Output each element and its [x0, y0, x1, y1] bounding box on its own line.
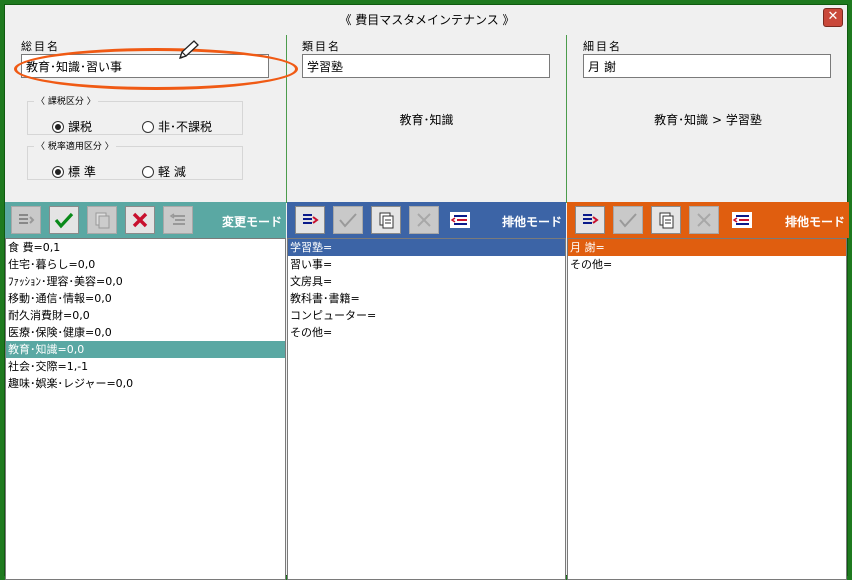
- close-button[interactable]: ✕: [823, 8, 843, 27]
- list-item-selected[interactable]: 教育･知識=0,0: [6, 341, 285, 358]
- detail-mode-label: 排他モード: [784, 215, 845, 229]
- check-icon: [54, 212, 74, 229]
- category-toolbar: 排他モード: [287, 202, 566, 238]
- tax-rate-group: 〈 税率適用区分 〉 標 準 軽 減: [27, 139, 243, 180]
- radio-nontaxable[interactable]: 非･不課税: [142, 118, 212, 135]
- major-toolbar: 変更モード: [5, 202, 286, 238]
- confirm-button[interactable]: [613, 206, 643, 234]
- copy-icon: [659, 212, 674, 229]
- list-item[interactable]: 移動･通信･情報=0,0: [6, 290, 285, 307]
- major-label: 総目名: [21, 40, 60, 53]
- radio-standard-rate[interactable]: 標 準: [52, 163, 96, 180]
- list-item[interactable]: その他=: [288, 324, 565, 341]
- category-label: 類目名: [302, 40, 341, 53]
- move-icon: [169, 213, 185, 225]
- delete-icon: [132, 212, 148, 228]
- radio-label: 標 準: [68, 165, 96, 179]
- move-button[interactable]: [163, 206, 193, 234]
- app-window: 《 費目マスタメインテナンス 》 ✕ 総目名 〈 課税区分 〉 課税 非･不課税…: [0, 0, 852, 580]
- insert-button[interactable]: [11, 206, 41, 234]
- confirm-button[interactable]: [333, 206, 363, 234]
- list-item-selected[interactable]: 月 謝=: [568, 239, 846, 256]
- list-item[interactable]: 社会･交際=1,-1: [6, 358, 285, 375]
- delete-icon: [697, 213, 711, 227]
- insert-button[interactable]: [575, 206, 605, 234]
- move-icon: [450, 212, 470, 228]
- detail-toolbar: 排他モード: [567, 202, 849, 238]
- detail-list[interactable]: 月 謝= その他=: [567, 238, 847, 580]
- highlight-ellipse: [14, 48, 298, 90]
- insert-button[interactable]: [295, 206, 325, 234]
- detail-breadcrumb: 教育･知識 > 学習塾: [654, 113, 762, 127]
- category-name-input[interactable]: [302, 54, 550, 78]
- list-item[interactable]: 趣味･娯楽･レジャー=0,0: [6, 375, 285, 392]
- detail-label: 細目名: [583, 40, 622, 53]
- insert-icon: [583, 214, 599, 224]
- copy-button[interactable]: [651, 206, 681, 234]
- list-item[interactable]: その他=: [568, 256, 846, 273]
- radio-taxable[interactable]: 課税: [52, 118, 92, 135]
- radio-empty-icon: [142, 165, 154, 178]
- tax-rate-legend: 〈 税率適用区分 〉: [34, 139, 116, 152]
- list-item[interactable]: 住宅･暮らし=0,0: [6, 256, 285, 273]
- list-item[interactable]: 医療･保険･健康=0,0: [6, 324, 285, 341]
- list-item[interactable]: 耐久消費財=0,0: [6, 307, 285, 324]
- list-item[interactable]: ﾌｧｯｼｮﾝ･理容･美容=0,0: [6, 273, 285, 290]
- dialog-body: 《 費目マスタメインテナンス 》 ✕ 総目名 〈 課税区分 〉 課税 非･不課税…: [4, 4, 849, 580]
- copy-button[interactable]: [87, 206, 117, 234]
- delete-button[interactable]: [689, 206, 719, 234]
- category-list[interactable]: 学習塾= 習い事= 文房具= 教科書･書籍= コンピューター= その他=: [287, 238, 566, 580]
- radio-empty-icon: [142, 120, 154, 133]
- category-mode-label: 排他モード: [501, 215, 562, 229]
- list-item[interactable]: コンピューター=: [288, 307, 565, 324]
- radio-selected-icon: [52, 165, 64, 178]
- radio-reduced-rate[interactable]: 軽 減: [142, 163, 186, 180]
- copy-icon: [95, 212, 110, 229]
- check-icon: [339, 213, 357, 228]
- radio-selected-icon: [52, 120, 64, 133]
- move-button[interactable]: [727, 206, 757, 234]
- tax-category-legend: 〈 課税区分 〉: [34, 94, 98, 107]
- list-item[interactable]: 文房具=: [288, 273, 565, 290]
- radio-label: 課税: [68, 120, 93, 134]
- move-icon: [732, 212, 752, 228]
- detail-name-input[interactable]: [583, 54, 831, 78]
- delete-button[interactable]: [409, 206, 439, 234]
- copy-button[interactable]: [371, 206, 401, 234]
- list-item[interactable]: 習い事=: [288, 256, 565, 273]
- insert-icon: [19, 214, 35, 224]
- major-list[interactable]: 食 費=0,1 住宅･暮らし=0,0 ﾌｧｯｼｮﾝ･理容･美容=0,0 移動･通…: [5, 238, 286, 580]
- list-item-selected[interactable]: 学習塾=: [288, 239, 565, 256]
- radio-label: 軽 減: [158, 165, 186, 179]
- move-button[interactable]: [445, 206, 475, 234]
- delete-icon: [417, 213, 431, 227]
- tax-category-group: 〈 課税区分 〉 課税 非･不課税: [27, 94, 243, 135]
- copy-icon: [379, 212, 394, 229]
- pen-cursor-icon: [178, 40, 199, 60]
- check-icon: [619, 213, 637, 228]
- insert-icon: [303, 214, 319, 224]
- list-item[interactable]: 食 費=0,1: [6, 239, 285, 256]
- window-title: 《 費目マスタメインテナンス 》: [339, 13, 515, 27]
- list-item[interactable]: 教科書･書籍=: [288, 290, 565, 307]
- radio-label: 非･不課税: [158, 120, 213, 134]
- major-mode-label: 変更モード: [221, 215, 282, 229]
- delete-button[interactable]: [125, 206, 155, 234]
- category-breadcrumb: 教育･知識: [399, 113, 454, 127]
- confirm-button[interactable]: [49, 206, 79, 234]
